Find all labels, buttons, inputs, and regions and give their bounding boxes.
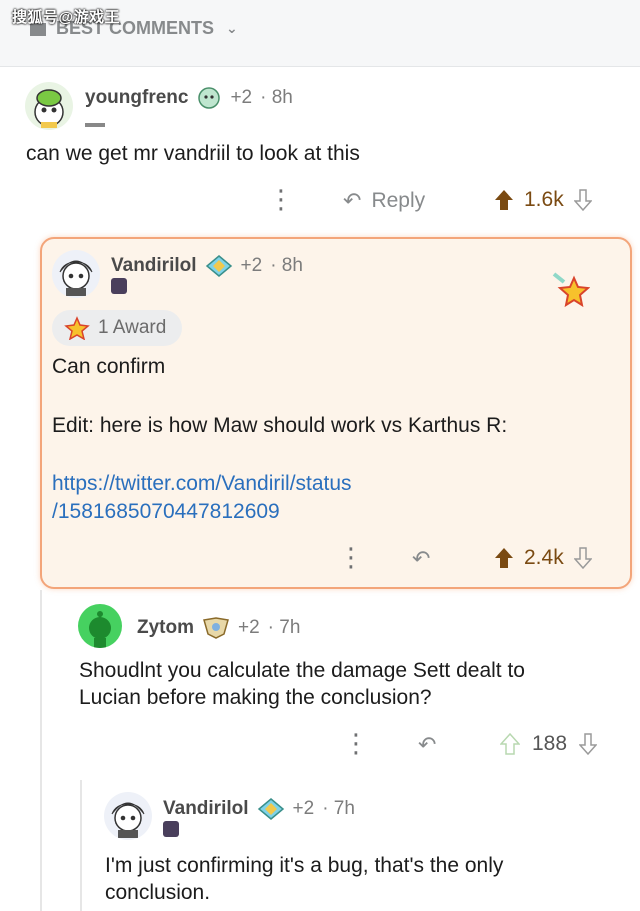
user-flair-icon [203,617,229,639]
vote-count: 188 [532,732,568,755]
reply-icon: ↶ [343,188,362,213]
comment-body: I'm just confirming it's a bug, that's t… [105,854,504,877]
comment-body: Lucian before making the conclusion? [79,686,432,709]
timestamp: · 7h [322,798,355,819]
timestamp: · 8h [270,255,303,276]
reply-label: Reply [371,189,426,212]
karma: +2 [238,617,260,638]
user-flair-icon [205,255,232,277]
snoo-avatar-icon [59,260,93,296]
comments-header: BEST COMMENTS ⌄ 搜狐号@游戏王 [0,0,640,67]
timestamp: · 8h [260,87,293,108]
reply-button[interactable]: ↶ Reply [343,188,425,214]
award-icon [64,316,90,340]
avatar[interactable] [78,604,122,648]
user-flair-icon [198,87,221,109]
timestamp: · 7h [267,617,301,638]
comment-meta: Vandirilol +2 · 8h [111,254,303,278]
vote-count: 2.4k [524,546,564,569]
comment-meta: youngfrenc +2 · 8h [85,86,293,110]
comment-body: conclusion. [105,881,211,904]
award-badge[interactable]: 1 Award [52,310,182,346]
watermark: 搜狐号@游戏王 [12,9,121,26]
upvote-icon[interactable] [494,189,514,211]
karma: +2 [292,798,315,819]
link-line: https://twitter.com/Vandiril/status [52,472,352,495]
avatar[interactable] [52,250,100,298]
reply-icon: ↶ [412,546,431,571]
avatar[interactable] [25,82,73,130]
comment-body: Can confirm [52,355,166,378]
comment-actions: ⋮ [343,730,369,756]
reply-button[interactable]: ↶ [418,732,436,758]
comment-actions: ⋮ [268,186,294,212]
username[interactable]: youngfrenc [85,87,188,109]
vote-controls: 1.6k [494,188,592,212]
karma: +2 [230,87,253,108]
snoo-avatar-icon [34,89,64,128]
downvote-icon[interactable] [579,733,598,755]
flair-badge [111,278,127,294]
flair-badge [85,116,105,127]
comment-body: Shoudlnt you calculate the damage Sett d… [79,659,525,682]
reply-icon: ↶ [418,732,437,757]
vote-controls: 2.4k [494,546,592,570]
avatar[interactable] [104,792,152,840]
more-options-icon[interactable]: ⋮ [338,544,364,570]
chevron-down-icon: ⌄ [226,20,238,36]
comment-meta: Zytom +2 · 7h [137,616,300,640]
thread-line[interactable] [80,780,82,911]
more-options-icon[interactable]: ⋮ [343,730,369,756]
comment-body: Edit: here is how Maw should work vs Kar… [52,414,508,437]
user-flair-icon [257,798,284,820]
snoo-avatar-icon [111,802,145,838]
award-label: 1 Award [98,317,167,338]
username[interactable]: Vandirilol [163,798,249,820]
thread-line[interactable] [40,590,42,911]
vote-controls: 188 [500,732,598,756]
downvote-icon[interactable] [573,189,592,211]
tweet-link[interactable]: https://twitter.com/Vandiril/status /158… [52,470,352,526]
comment-body: can we get mr vandriil to look at this [26,142,360,165]
award-star-icon [552,272,590,308]
comment-actions: ⋮ [338,544,364,570]
upvote-icon[interactable] [494,547,514,569]
flair-badge [163,821,179,837]
karma: +2 [240,255,263,276]
link-line: /1581685070447812609 [52,500,280,523]
snoo-avatar-icon [89,611,111,648]
username[interactable]: Zytom [137,617,194,639]
vote-count: 1.6k [524,188,564,211]
reply-button[interactable]: ↶ [412,546,430,572]
upvote-icon[interactable] [500,733,520,755]
comment-meta: Vandirilol +2 · 7h [163,797,355,821]
username[interactable]: Vandirilol [111,255,197,277]
downvote-icon[interactable] [573,547,592,569]
more-options-icon[interactable]: ⋮ [268,186,294,212]
